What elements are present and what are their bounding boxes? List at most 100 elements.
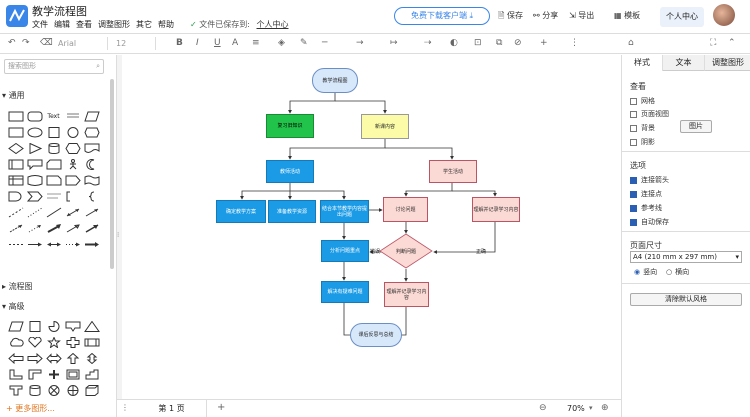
tab-text[interactable]: 文本 xyxy=(663,55,705,71)
template-button[interactable]: ▦ 模板 xyxy=(614,10,640,21)
radio-portrait[interactable]: ◉ 竖向 xyxy=(634,267,657,277)
align-icon[interactable]: ≡ xyxy=(252,38,260,48)
shape-can[interactable] xyxy=(25,382,44,398)
zoom-level[interactable]: 70% xyxy=(567,404,585,413)
shape-document[interactable] xyxy=(82,140,101,156)
shape-arrow[interactable] xyxy=(82,204,101,220)
shape-up-arrow-block[interactable] xyxy=(63,350,82,366)
node-end[interactable]: 课后反思与总结 xyxy=(350,323,402,347)
page-size-select[interactable]: A4 (210 mm x 297 mm) ▾ xyxy=(630,251,742,263)
shape-grid-table[interactable] xyxy=(6,172,25,188)
shape-rounded-rect[interactable] xyxy=(25,108,44,124)
opacity-icon[interactable]: ◐ xyxy=(450,38,458,48)
fullscreen-icon[interactable]: ⛶ xyxy=(710,38,716,48)
reset-style-button[interactable]: 清除默认风格 xyxy=(630,293,742,306)
shape-dotted-line[interactable] xyxy=(25,204,44,220)
font-family-select[interactable]: Arial xyxy=(58,37,108,50)
node-understand[interactable]: 理解并记录学习内容 xyxy=(384,282,429,307)
group-icon[interactable]: ⧉ xyxy=(496,38,502,48)
zoom-out-icon[interactable]: ⊖ xyxy=(539,403,547,413)
shape-cube[interactable] xyxy=(82,382,101,398)
add-page-icon[interactable]: + xyxy=(217,402,225,413)
shape-pentagon[interactable] xyxy=(63,172,82,188)
shape-line[interactable] xyxy=(44,204,63,220)
shape-rectangle[interactable] xyxy=(6,108,25,124)
checkbox-background[interactable]: 背景 xyxy=(630,123,655,133)
shape-frame[interactable] xyxy=(63,366,82,382)
shape-or[interactable] xyxy=(44,382,63,398)
link-icon[interactable]: ⊘ xyxy=(514,38,522,48)
shape-h-dotted-arrow[interactable] xyxy=(63,236,82,252)
export-button[interactable]: ⇲ 导出 xyxy=(569,10,594,21)
undo-icon[interactable]: ↶ xyxy=(8,38,16,48)
menu-help[interactable]: 帮助 xyxy=(158,19,174,30)
shape-hexagon[interactable] xyxy=(63,140,82,156)
zoom-in-icon[interactable]: ⊕ xyxy=(601,403,609,413)
line-style-icon[interactable]: ─ xyxy=(322,38,327,48)
shape-ellipse[interactable] xyxy=(25,124,44,140)
shape-l-shape[interactable] xyxy=(6,366,25,382)
shape-circle[interactable] xyxy=(63,124,82,140)
document-title[interactable]: 教学流程图 xyxy=(32,3,87,19)
connector-icon[interactable]: → xyxy=(356,38,364,48)
redo-icon[interactable]: ↷ xyxy=(22,38,30,48)
node-method-2[interactable]: 准备教学资源 xyxy=(268,200,316,223)
node-method-1[interactable]: 确定教学方案 xyxy=(216,200,266,223)
line-color-icon[interactable]: ✎ xyxy=(300,38,308,48)
node-solve[interactable]: 解决有疑难问题 xyxy=(321,281,369,303)
insert-icon[interactable]: + xyxy=(540,38,548,48)
shape-parallelogram-adv[interactable] xyxy=(6,318,25,334)
shape-text[interactable]: Text xyxy=(44,108,63,124)
shape-right-arrow-block[interactable] xyxy=(25,350,44,366)
shape-textbox[interactable] xyxy=(63,108,82,124)
shape-internal-storage[interactable] xyxy=(6,156,25,172)
more-icon[interactable]: ⋮ xyxy=(570,38,579,48)
shape-h-arrow[interactable] xyxy=(25,236,44,252)
shape-updown-arrow-block[interactable] xyxy=(82,350,101,366)
shape-triangle-up[interactable] xyxy=(82,318,101,334)
waypoint-icon[interactable]: ↦ xyxy=(390,38,398,48)
shape-plus[interactable] xyxy=(44,366,63,382)
menu-adjust[interactable]: 调整图形 xyxy=(98,19,130,30)
shape-dashed-line[interactable] xyxy=(6,204,25,220)
more-shapes-link[interactable]: + 更多图形... xyxy=(6,403,55,414)
chevron-down-icon[interactable]: ▾ xyxy=(589,404,593,412)
arrow-end-icon[interactable]: ⇢ xyxy=(424,38,432,48)
node-new-content[interactable]: 新课内容 xyxy=(361,114,409,139)
section-flowchart[interactable]: ▸ 流程图 xyxy=(2,281,33,292)
shape-cylinder[interactable] xyxy=(44,140,63,156)
underline-icon[interactable]: U xyxy=(214,38,221,48)
search-input[interactable]: 搜索图形 ⌕ xyxy=(4,59,104,74)
shape-cross[interactable] xyxy=(63,334,82,350)
download-client-button[interactable]: 免费下载客户端 ⤓ xyxy=(394,7,490,25)
checkbox-autosave[interactable]: 自动保存 xyxy=(630,217,669,227)
shape-hexagon-wide[interactable] xyxy=(82,124,101,140)
personal-center-button[interactable]: 个人中心 xyxy=(660,7,704,27)
radio-landscape[interactable]: ○ 横向 xyxy=(666,267,689,277)
shape-cloud[interactable] xyxy=(6,334,25,350)
menu-file[interactable]: 文件 xyxy=(32,19,48,30)
shape-double-arrow-block[interactable] xyxy=(44,350,63,366)
shape-h-dashed[interactable] xyxy=(6,236,25,252)
shape-chevron[interactable] xyxy=(25,188,44,204)
checkbox-guides[interactable]: 参考线 xyxy=(630,203,662,213)
collapse-icon[interactable]: ⌃ xyxy=(728,38,736,48)
checkbox-shadow[interactable]: 阴影 xyxy=(630,137,655,147)
shape-brace[interactable] xyxy=(82,188,101,204)
save-button[interactable]: 🗎 保存 xyxy=(498,10,523,24)
shape-bold-arrow[interactable] xyxy=(44,220,63,236)
tab-adjust[interactable]: 调整图形 xyxy=(705,55,750,71)
sidebar-scrollbar[interactable] xyxy=(110,79,114,269)
personal-center-link[interactable]: 个人中心 xyxy=(257,20,289,29)
shape-pie[interactable] xyxy=(44,318,63,334)
shape-tape[interactable] xyxy=(25,172,44,188)
shape-h-bold-arrow[interactable] xyxy=(82,236,101,252)
node-teacher[interactable]: 教师活动 xyxy=(266,160,314,183)
shape-heart[interactable] xyxy=(25,334,44,350)
shape-t-shape[interactable] xyxy=(6,382,25,398)
shape-square[interactable] xyxy=(44,124,63,140)
bold-icon[interactable]: B xyxy=(176,38,183,48)
shape-h-double-arrow[interactable] xyxy=(44,236,63,252)
shape-ribbon[interactable] xyxy=(82,334,101,350)
shape-wave[interactable] xyxy=(82,172,101,188)
